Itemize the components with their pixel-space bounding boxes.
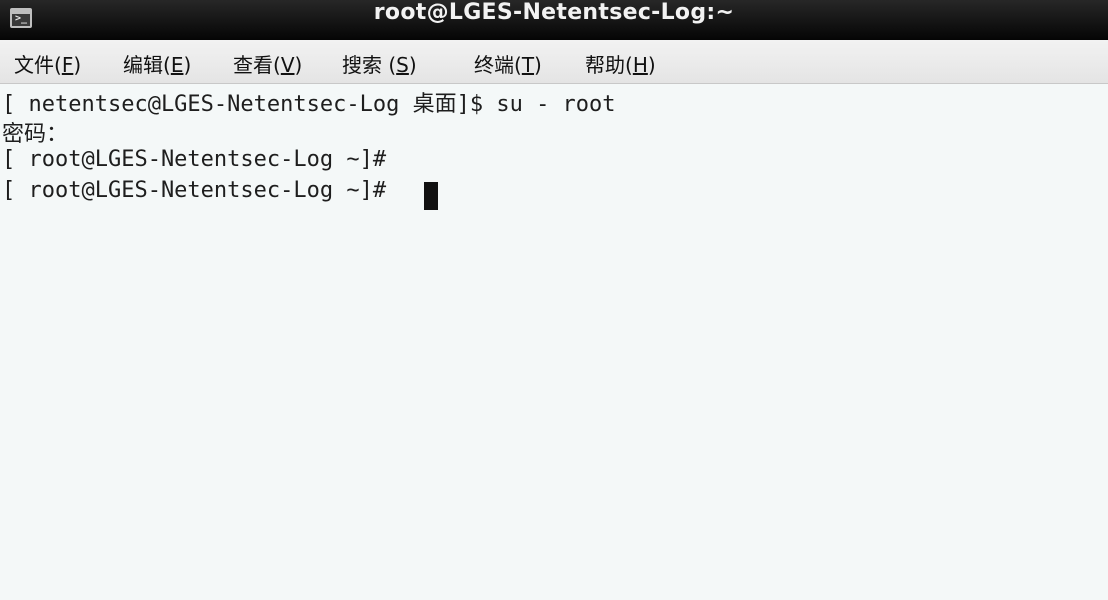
terminal-line: 密码： [2,122,69,147]
terminal-window: >_ root@LGES-Netentsec-Log:~ 文件(F) 编辑(E)… [0,0,1108,600]
menu-search-label: 搜索 [342,53,382,77]
terminal-line: [ root@LGES-Netentsec-Log ~]# [2,147,387,172]
text-cursor [424,182,438,210]
menu-file[interactable]: 文件(F) [14,49,81,77]
menu-view-label: 查看 [233,53,273,77]
menu-help-mnemonic: H [632,53,648,77]
menu-search[interactable]: 搜索 (S) [342,49,417,77]
menu-view-mnemonic: V [280,53,295,77]
menu-help-label: 帮助 [585,53,625,77]
menu-file-label: 文件 [14,53,54,77]
menu-search-mnemonic: S [396,53,409,77]
menu-view[interactable]: 查看(V) [233,49,302,77]
menu-help[interactable]: 帮助(H) [585,49,656,77]
terminal-scrollbar[interactable] [1102,84,1108,600]
menu-terminal-label: 终端 [474,53,514,77]
menu-file-mnemonic: F [61,53,74,77]
menu-edit[interactable]: 编辑(E) [123,49,191,77]
title-bar[interactable]: >_ root@LGES-Netentsec-Log:~ [0,0,1108,40]
terminal-output[interactable]: [ netentsec@LGES-Netentsec-Log 桌面]$ su -… [0,84,1108,600]
terminal-line: [ netentsec@LGES-Netentsec-Log 桌面]$ su -… [2,92,616,117]
menu-bar: 文件(F) 编辑(E) 查看(V) 搜索 (S) 终端(T) 帮助(H) [0,40,1108,84]
window-title: root@LGES-Netentsec-Log:~ [373,0,735,25]
menu-edit-label: 编辑 [123,53,163,77]
menu-edit-mnemonic: E [170,53,184,77]
menu-terminal[interactable]: 终端(T) [474,49,542,77]
terminal-prompt-line: [ root@LGES-Netentsec-Log ~]# [2,178,400,203]
menu-terminal-mnemonic: T [521,53,535,77]
